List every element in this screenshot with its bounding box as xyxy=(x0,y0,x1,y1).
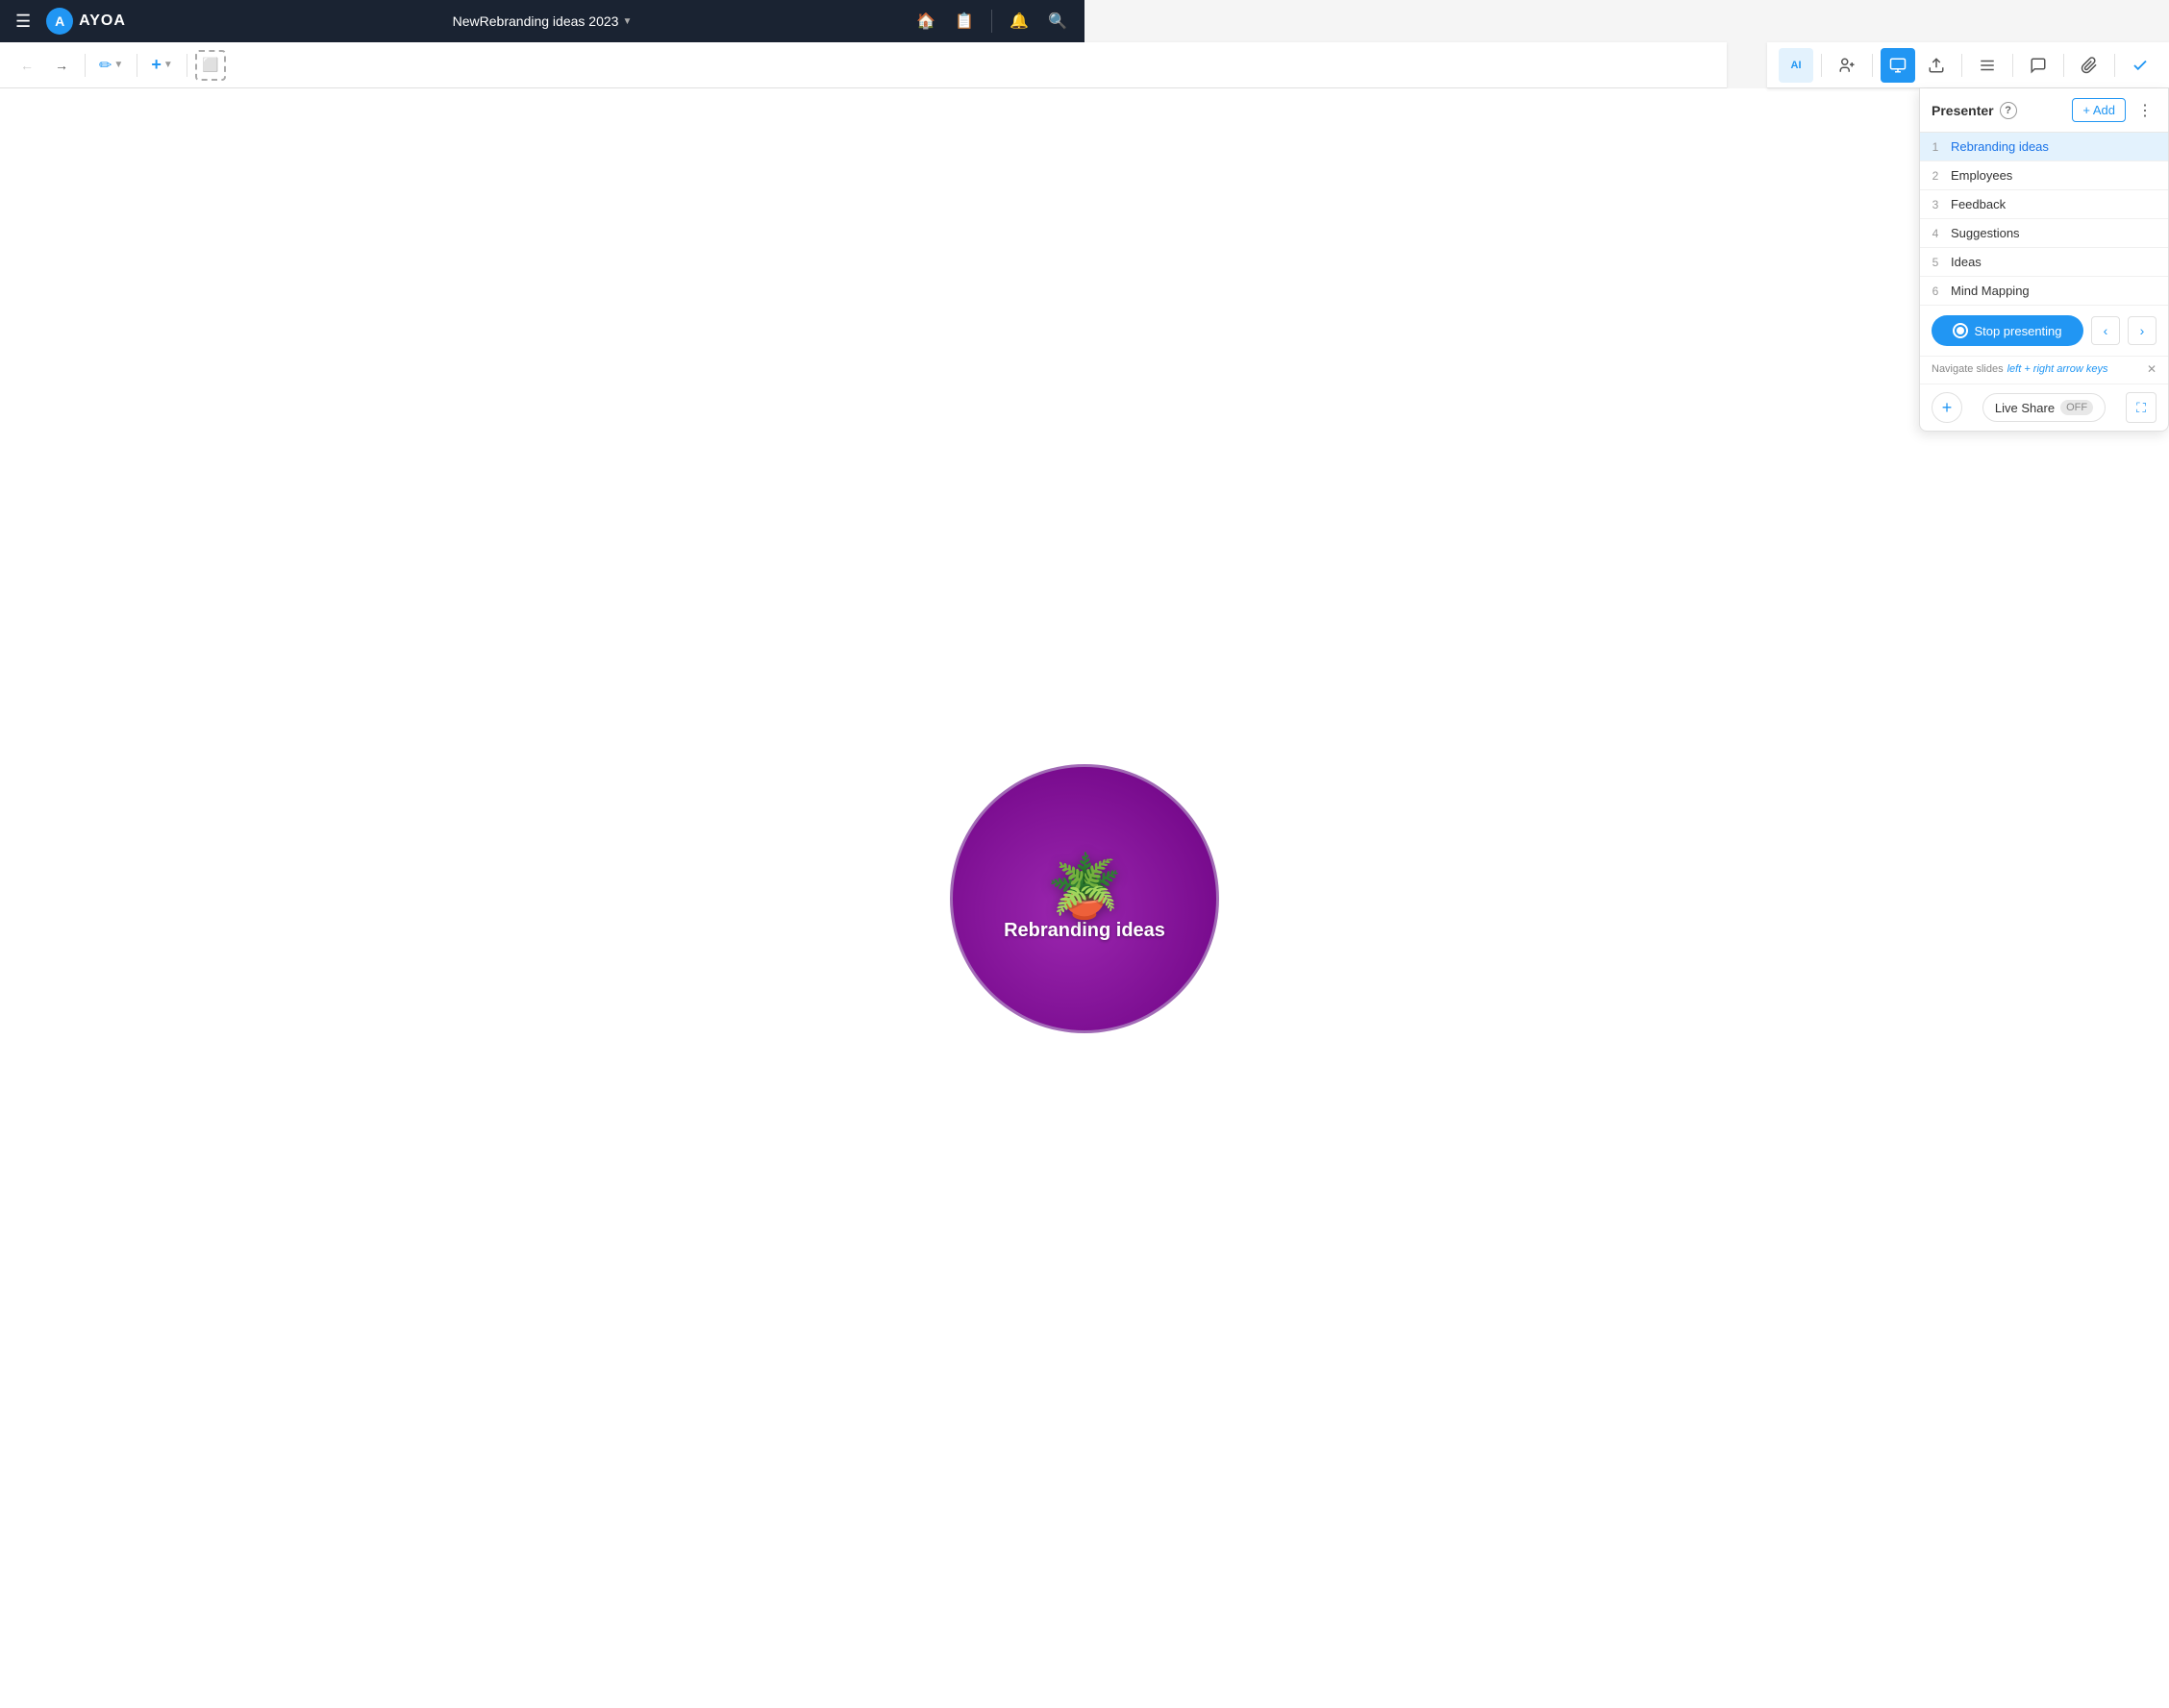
slide-title-text: Rebranding ideas xyxy=(1004,920,1165,942)
logo: A AYOA xyxy=(46,8,126,35)
undo-button[interactable]: ← xyxy=(12,50,42,81)
right-toolbar-divider-6 xyxy=(2114,54,2115,77)
slide-number: 5 xyxy=(1928,256,1943,269)
slide-list: 1 Rebranding ideas 2 Employees 3 Feedbac… xyxy=(1920,133,2168,306)
add-caret-icon: ▼ xyxy=(163,60,173,70)
add-button[interactable]: + ▼ xyxy=(145,50,178,81)
toolbar-divider-1 xyxy=(85,54,86,77)
draw-button[interactable]: ✏ ▼ xyxy=(93,50,129,81)
main-toolbar: ← → ✏ ▼ + ▼ ⬜ xyxy=(0,42,1727,88)
attach-button[interactable] xyxy=(2072,48,2107,83)
format-icon xyxy=(1979,57,1996,74)
nav-divider-1 xyxy=(991,10,992,33)
logo-text: AYOA xyxy=(79,12,126,30)
more-options-button[interactable]: ⋮ xyxy=(2133,99,2157,122)
format-button[interactable] xyxy=(1970,48,2005,83)
navigate-hint: Navigate slides left + right arrow keys … xyxy=(1920,357,2168,384)
present-button[interactable] xyxy=(1881,48,1915,83)
export-button[interactable] xyxy=(1919,48,1954,83)
right-toolbar: AI xyxy=(1767,42,2169,88)
help-button[interactable]: ? xyxy=(2000,102,2017,119)
logo-icon: A xyxy=(46,8,73,35)
live-share-area: + Live Share OFF ⛶ xyxy=(1920,384,2168,431)
add-person-icon xyxy=(1838,57,1856,74)
stop-presenting-label: Stop presenting xyxy=(1974,324,2061,338)
slide-list-item[interactable]: 5 Ideas xyxy=(1920,248,2168,277)
stop-icon xyxy=(1953,323,1968,338)
select-button[interactable]: ⬜ xyxy=(195,50,226,81)
next-slide-button[interactable]: › xyxy=(2128,316,2157,345)
notification-button[interactable]: 🔔 xyxy=(1004,6,1035,37)
slide-name-label: Employees xyxy=(1951,168,2160,183)
panel-title: Presenter ? xyxy=(1932,102,2017,119)
right-toolbar-divider-3 xyxy=(1961,54,1962,77)
slide-list-item[interactable]: 6 Mind Mapping xyxy=(1920,277,2168,306)
close-hint-button[interactable]: ✕ xyxy=(2147,362,2157,376)
slide-number: 6 xyxy=(1928,285,1943,298)
attach-icon xyxy=(2081,57,2098,74)
hamburger-menu[interactable]: ☰ xyxy=(12,8,35,36)
slide-list-item[interactable]: 4 Suggestions xyxy=(1920,219,2168,248)
plant-visual: 🪴 xyxy=(1046,855,1123,917)
live-share-label: Live Share xyxy=(1995,401,2055,415)
key-hint-label: left + right arrow keys xyxy=(2007,363,2108,375)
comment-button[interactable] xyxy=(2021,48,2056,83)
draw-icon: ✏ xyxy=(99,56,112,75)
comment-icon xyxy=(2030,57,2047,74)
right-toolbar-divider-5 xyxy=(2063,54,2064,77)
live-share-button[interactable]: Live Share OFF xyxy=(1982,393,2106,422)
add-icon: + xyxy=(151,55,162,75)
presenter-panel: Presenter ? + Add ⋮ 1 Rebranding ideas 2… xyxy=(1919,88,2169,432)
live-share-status: OFF xyxy=(2060,400,2093,415)
fullscreen-button[interactable]: ⛶ xyxy=(2126,392,2157,423)
top-nav: ☰ A AYOA NewRebranding ideas 2023 ▼ 🏠 📋 … xyxy=(0,0,1084,42)
panel-header: Presenter ? + Add ⋮ xyxy=(1920,88,2168,133)
right-toolbar-divider-4 xyxy=(2012,54,2013,77)
slide-number: 1 xyxy=(1928,140,1943,154)
ai-button[interactable]: AI xyxy=(1779,48,1813,83)
slide-number: 4 xyxy=(1928,227,1943,240)
check-icon xyxy=(2132,57,2149,74)
slide-display: 🪴 Rebranding ideas xyxy=(950,764,1219,1033)
live-share-plus-button[interactable]: + xyxy=(1932,392,1962,423)
export-icon xyxy=(1928,57,1945,74)
prev-slide-button[interactable]: ‹ xyxy=(2091,316,2120,345)
redo-button[interactable]: → xyxy=(46,50,77,81)
search-button[interactable]: 🔍 xyxy=(1042,6,1073,37)
stop-presenting-area: Stop presenting ‹ › xyxy=(1920,306,2168,357)
slide-list-item[interactable]: 3 Feedback xyxy=(1920,190,2168,219)
home-button[interactable]: 🏠 xyxy=(910,6,941,37)
slide-number: 2 xyxy=(1928,169,1943,183)
slide-list-item[interactable]: 1 Rebranding ideas xyxy=(1920,133,2168,161)
tasks-button[interactable]: 📋 xyxy=(949,6,980,37)
presenter-label: Presenter xyxy=(1932,103,1994,118)
slide-number: 3 xyxy=(1928,198,1943,211)
navigate-label: Navigate slides xyxy=(1932,363,2004,375)
slide-name-label: Mind Mapping xyxy=(1951,284,2160,298)
right-toolbar-divider-1 xyxy=(1821,54,1822,77)
slide-name-label: Suggestions xyxy=(1951,226,2160,240)
slide-name-label: Ideas xyxy=(1951,255,2160,269)
slide-name-label: Feedback xyxy=(1951,197,2160,211)
draw-caret-icon: ▼ xyxy=(113,60,123,70)
right-toolbar-divider-2 xyxy=(1872,54,1873,77)
slide-list-item[interactable]: 2 Employees xyxy=(1920,161,2168,190)
title-caret-icon: ▼ xyxy=(622,16,632,27)
slide-name-label: Rebranding ideas xyxy=(1951,139,2160,154)
slide-content: 🪴 Rebranding ideas xyxy=(1004,855,1165,942)
stop-presenting-button[interactable]: Stop presenting xyxy=(1932,315,2083,346)
check-button[interactable] xyxy=(2123,48,2157,83)
nav-right-icons: 🏠 📋 🔔 🔍 xyxy=(910,6,1073,37)
add-slide-button[interactable]: + Add xyxy=(2072,98,2126,122)
title-text: NewRebranding ideas 2023 xyxy=(453,13,619,29)
present-icon xyxy=(1889,57,1907,74)
add-person-button[interactable] xyxy=(1830,48,1864,83)
document-title[interactable]: NewRebranding ideas 2023 ▼ xyxy=(453,13,633,29)
main-canvas: 🪴 Rebranding ideas xyxy=(0,88,2169,1708)
